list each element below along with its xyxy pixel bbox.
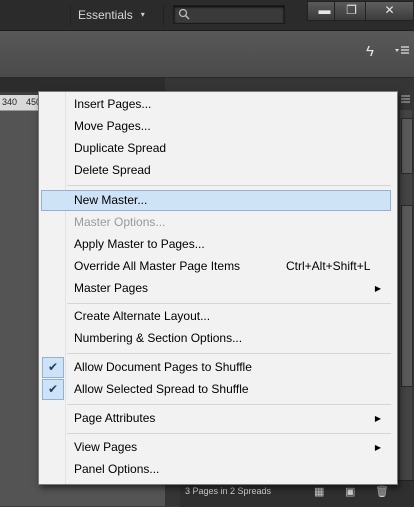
workspace-switcher[interactable]: Essentials ▾	[78, 6, 145, 24]
menu-item-label: Create Alternate Layout...	[74, 309, 211, 323]
menu-item-insert-pages[interactable]: Insert Pages...	[41, 94, 393, 115]
menu-item-label: New Master...	[74, 193, 148, 207]
menu-item-label: Duplicate Spread	[74, 141, 167, 155]
panel-menu-icon[interactable]	[398, 94, 410, 104]
menu-item-shortcut: Ctrl+Alt+Shift+L	[286, 259, 371, 273]
panel-menu-icon[interactable]	[395, 44, 409, 58]
menu-item-label: Insert Pages...	[74, 97, 152, 111]
ruler-tick: 340	[2, 97, 18, 107]
search-icon	[178, 8, 190, 20]
menu-divider	[67, 185, 391, 186]
maximize-button[interactable]: ❐	[334, 1, 369, 21]
workspace-label: Essentials	[78, 8, 133, 22]
menu-item-label: Override All Master Page Items	[74, 259, 241, 273]
menu-item-delete-spread[interactable]: Delete Spread	[41, 160, 393, 181]
page-count-text: 3 Pages in 2 Spreads	[185, 486, 272, 496]
menu-item-view-pages[interactable]: View Pages ▶	[41, 437, 393, 458]
search-input[interactable]	[173, 5, 285, 24]
menu-item-label: View Pages	[74, 440, 138, 454]
menu-item-numbering-section-options[interactable]: Numbering & Section Options...	[41, 328, 393, 349]
menu-item-label: Numbering & Section Options...	[74, 331, 243, 345]
menu-divider	[67, 404, 391, 405]
menu-item-label: Panel Options...	[74, 462, 160, 476]
menu-item-create-alternate-layout[interactable]: Create Alternate Layout...	[41, 306, 393, 327]
menu-item-label: Delete Spread	[74, 163, 151, 177]
lightning-icon[interactable]: ϟ	[366, 43, 374, 60]
menu-item-panel-options[interactable]: Panel Options...	[41, 459, 393, 480]
scrollbar-thumb[interactable]	[401, 205, 413, 387]
pages-panel-menu: Insert Pages... Move Pages... Duplicate …	[38, 91, 398, 485]
menu-item-move-pages[interactable]: Move Pages...	[41, 116, 393, 137]
chevron-down-icon: ▾	[140, 10, 145, 19]
menu-item-label: Master Pages	[74, 281, 149, 295]
menu-item-label: Apply Master to Pages...	[74, 237, 205, 251]
menu-item-label: Allow Document Pages to Shuffle	[74, 360, 252, 374]
menu-divider	[67, 353, 391, 354]
menu-item-allow-document-shuffle[interactable]: ✔ Allow Document Pages to Shuffle	[41, 357, 393, 378]
menu-item-label: Page Attributes	[74, 411, 156, 425]
ruler: 340 450	[0, 95, 41, 111]
application-bar: Essentials ▾ ▬ ❐ ✕	[0, 0, 414, 31]
control-bar	[0, 31, 414, 78]
scrollbar-thumb[interactable]	[401, 118, 413, 174]
menu-item-master-options: Master Options...	[41, 212, 393, 233]
checkmark-icon: ✔	[42, 379, 64, 400]
menu-item-new-master[interactable]: New Master...	[41, 190, 391, 211]
new-page-icon[interactable]: ▣	[345, 485, 355, 498]
scrollbar[interactable]	[400, 110, 413, 480]
menu-item-apply-master[interactable]: Apply Master to Pages...	[41, 234, 393, 255]
separator	[70, 5, 71, 25]
edit-page-size-icon[interactable]: ▦	[314, 485, 324, 498]
menu-item-allow-spread-shuffle[interactable]: ✔ Allow Selected Spread to Shuffle	[41, 379, 393, 400]
trash-icon[interactable]: 🗑	[375, 485, 389, 498]
menu-item-duplicate-spread[interactable]: Duplicate Spread	[41, 138, 393, 159]
menu-item-label: Move Pages...	[74, 119, 151, 133]
menu-item-label: Allow Selected Spread to Shuffle	[74, 382, 249, 396]
menu-item-override-master-items[interactable]: Override All Master Page Items Ctrl+Alt+…	[41, 256, 393, 277]
menu-item-label: Master Options...	[74, 215, 166, 229]
checkmark-icon: ✔	[42, 357, 64, 378]
menu-divider	[67, 433, 391, 434]
submenu-arrow-icon: ▶	[374, 443, 381, 452]
menu-divider	[67, 303, 391, 304]
separator	[163, 5, 164, 25]
close-button[interactable]: ✕	[365, 1, 414, 21]
submenu-arrow-icon: ▶	[374, 284, 381, 293]
menu-item-page-attributes[interactable]: Page Attributes ▶	[41, 408, 393, 429]
submenu-arrow-icon: ▶	[374, 414, 381, 423]
menu-item-master-pages[interactable]: Master Pages ▶	[41, 278, 393, 299]
